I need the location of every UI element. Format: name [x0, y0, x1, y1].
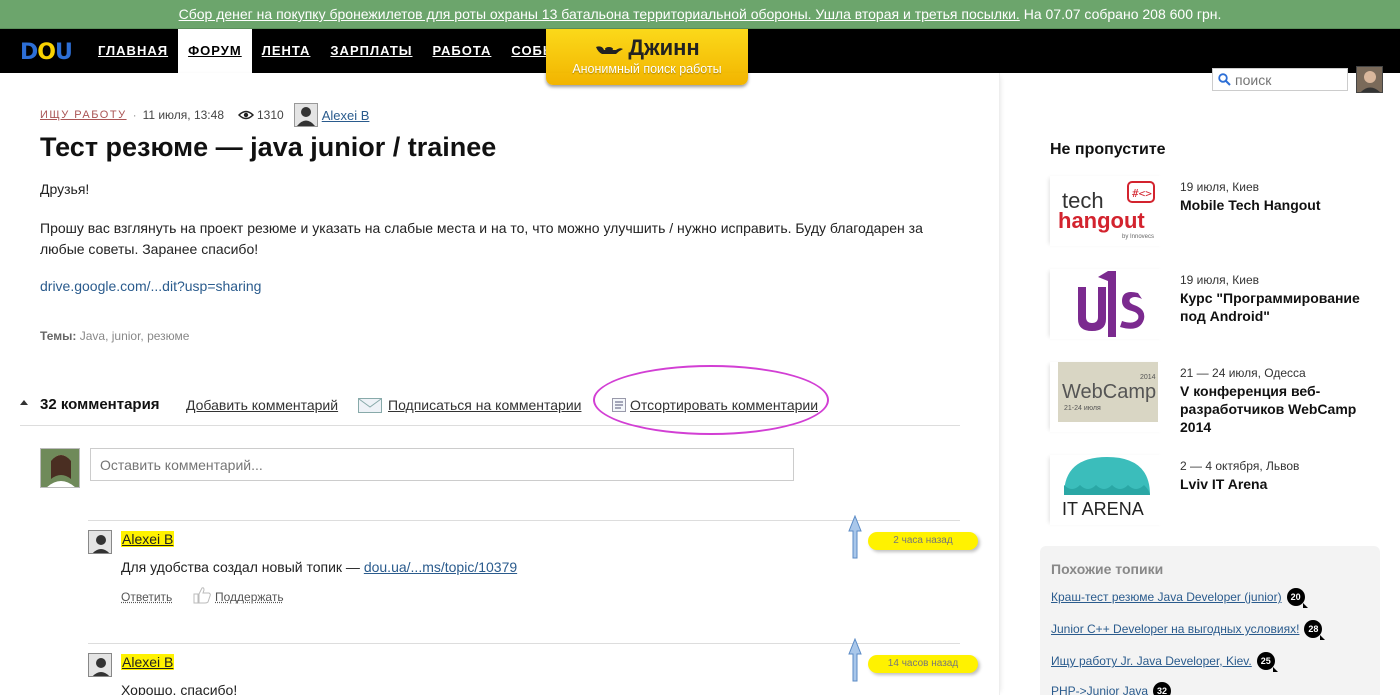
- event-date: 21 — 24 июля, Одесса: [1180, 366, 1306, 380]
- it-arena-logo[interactable]: IT ARENA: [1050, 455, 1165, 525]
- related-topic-item: PHP->Junior Java 32: [1051, 682, 1172, 695]
- svg-text:hangout: hangout: [1058, 208, 1145, 233]
- related-topic-link[interactable]: Junior C++ Developer на выгодных условия…: [1051, 622, 1299, 636]
- new-comment-input[interactable]: [90, 448, 794, 481]
- nav-menu: ГЛАВНАЯ ФОРУМ ЛЕНТА ЗАРПЛАТЫ РАБОТА СОБЫ…: [88, 29, 596, 73]
- post-views: 1310: [238, 108, 284, 122]
- tech-hangout-logo[interactable]: tech hangout by Innovecs #<>: [1050, 176, 1165, 246]
- add-comment-link[interactable]: Добавить комментарий: [186, 397, 338, 413]
- banner-link[interactable]: Сбор денег на покупку бронежилетов для р…: [179, 6, 1020, 22]
- comments-count: 32 комментария: [40, 396, 160, 413]
- author-name[interactable]: Alexei B: [322, 108, 370, 123]
- nav-item-feed[interactable]: ЛЕНТА: [252, 29, 321, 73]
- svg-text:21-24 июля: 21-24 июля: [1064, 405, 1101, 412]
- related-topic-item: Краш-тест резюме Java Developer (junior)…: [1051, 588, 1308, 608]
- tags-list[interactable]: Java, junior, резюме: [80, 329, 190, 343]
- comment-author-avatar[interactable]: [88, 530, 112, 554]
- dou-logo[interactable]: DOU: [20, 40, 73, 65]
- webcamp-logo[interactable]: 2014 WebCamp 21-24 июля: [1050, 362, 1165, 432]
- nav-item-salaries[interactable]: ЗАРПЛАТЫ: [320, 29, 422, 73]
- related-topics-panel: Похожие топики Краш-тест резюме Java Dev…: [1040, 546, 1380, 695]
- related-topic-item: Ищу работу Jr. Java Developer, Kiev. 25: [1051, 652, 1278, 672]
- event-item: 2014 WebCamp 21-24 июля 21 — 24 июля, Од…: [1050, 362, 1370, 435]
- comment-author[interactable]: Alexei B: [121, 531, 175, 547]
- search-box: [1212, 68, 1348, 91]
- author-avatar[interactable]: [293, 103, 318, 127]
- donation-banner: Сбор денег на покупку бронежилетов для р…: [0, 0, 1400, 29]
- related-topic-link[interactable]: PHP->Junior Java: [1051, 684, 1148, 695]
- post-tags: Темы: Java, junior, резюме: [40, 329, 189, 343]
- meta-separator: ·: [132, 108, 137, 122]
- sidebar-title: Не пропустите: [1050, 141, 1166, 158]
- subscribe-comments-link[interactable]: Подписаться на комментарии: [388, 397, 581, 413]
- search-icon: [1218, 73, 1231, 86]
- thumbs-up-icon[interactable]: [192, 586, 212, 604]
- related-topic-link[interactable]: Краш-тест резюме Java Developer (junior): [1051, 590, 1282, 604]
- event-item: IT ARENA 2 — 4 октября, Львов Lviv IT Ar…: [1050, 455, 1370, 525]
- current-user-avatar: [40, 448, 80, 488]
- envelope-icon: [358, 398, 382, 413]
- event-date: 19 июля, Киев: [1180, 180, 1260, 194]
- related-topic-link[interactable]: Ищу работу Jr. Java Developer, Kiev.: [1051, 654, 1252, 668]
- comment-text: Для удобства создал новый топик — dou.ua…: [121, 559, 518, 575]
- banner-trail-text: На 07.07 собрано 208 600 грн.: [1023, 6, 1222, 22]
- comment-time-badge[interactable]: 14 часов назад: [868, 655, 978, 673]
- comment-time-badge[interactable]: 2 часа назад: [868, 532, 978, 550]
- nav-item-jobs[interactable]: РАБОТА: [422, 29, 501, 73]
- event-date: 19 июля, Киев: [1180, 273, 1260, 287]
- nav-item-main[interactable]: ГЛАВНАЯ: [88, 29, 178, 73]
- reply-link[interactable]: Ответить: [121, 590, 172, 604]
- comment-count-badge: 28: [1304, 620, 1326, 640]
- comment-count-badge: 32: [1153, 682, 1172, 695]
- views-count: 1310: [257, 108, 284, 122]
- svg-text:WebCamp: WebCamp: [1062, 381, 1156, 403]
- comment-count-badge: 25: [1256, 652, 1278, 672]
- event-name[interactable]: Курс "Программирование под Android": [1180, 289, 1380, 325]
- post-meta: ИЩУ РАБОТУ · 11 июля, 13:48 1310 Alexei …: [40, 103, 369, 127]
- event-item: 19 июля, Киев Курс "Программирование под…: [1050, 269, 1370, 339]
- highlight-oval: [593, 365, 829, 435]
- comment-link[interactable]: dou.ua/...ms/topic/10379: [364, 559, 517, 575]
- comment-item: Alexei B Для удобства создал новый топик…: [88, 515, 978, 630]
- up-arrow-icon[interactable]: [848, 638, 862, 682]
- post-link-paragraph: drive.google.com/...dit?usp=sharing: [40, 278, 261, 294]
- svg-text:by Innovecs: by Innovecs: [1122, 234, 1154, 240]
- support-link[interactable]: Поддержать: [215, 590, 284, 604]
- related-title: Похожие топики: [1051, 561, 1164, 577]
- event-name[interactable]: V конференция веб-разработчиков WebCamp …: [1180, 382, 1380, 436]
- tags-label: Темы:: [40, 329, 77, 343]
- up-arrow-icon[interactable]: [848, 515, 862, 559]
- event-date: 2 — 4 октября, Львов: [1180, 459, 1300, 473]
- comment-text: Хорошо, спасибо!: [121, 682, 238, 695]
- uis-logo[interactable]: [1050, 269, 1165, 339]
- comment-author[interactable]: Alexei B: [121, 654, 175, 670]
- user-avatar[interactable]: [1356, 66, 1383, 93]
- magic-lamp-icon: [596, 46, 624, 55]
- nav-item-forum[interactable]: ФОРУМ: [178, 29, 252, 73]
- comment-item: Alexei B Хорошо, спасибо! 14 часов назад: [88, 638, 978, 695]
- post-paragraph-1: Друзья!: [40, 181, 90, 197]
- search-input[interactable]: [1235, 71, 1345, 88]
- post-category-link[interactable]: ИЩУ РАБОТУ: [40, 109, 127, 121]
- svg-text:#<>: #<>: [1132, 187, 1152, 200]
- collapse-arrow-icon[interactable]: [20, 400, 28, 405]
- event-item: tech hangout by Innovecs #<> 19 июля, Ки…: [1050, 176, 1370, 246]
- comment-author-avatar[interactable]: [88, 653, 112, 677]
- comment-count-badge: 20: [1286, 588, 1308, 608]
- event-name[interactable]: Lviv IT Arena: [1180, 475, 1380, 493]
- eye-icon: [238, 110, 254, 120]
- post-title: Тест резюме — java junior / trainee: [40, 132, 497, 162]
- related-topic-item: Junior C++ Developer на выгодных условия…: [1051, 620, 1326, 640]
- post-link[interactable]: drive.google.com/...dit?usp=sharing: [40, 278, 261, 294]
- svg-text:2014: 2014: [1140, 374, 1156, 381]
- post-date: 11 июля, 13:48: [142, 108, 224, 122]
- svg-text:IT ARENA: IT ARENA: [1062, 499, 1144, 519]
- jinn-title: Джинн: [546, 35, 748, 61]
- event-name[interactable]: Mobile Tech Hangout: [1180, 196, 1380, 214]
- post-paragraph-2: Прошу вас взглянуть на проект резюме и у…: [40, 220, 923, 257]
